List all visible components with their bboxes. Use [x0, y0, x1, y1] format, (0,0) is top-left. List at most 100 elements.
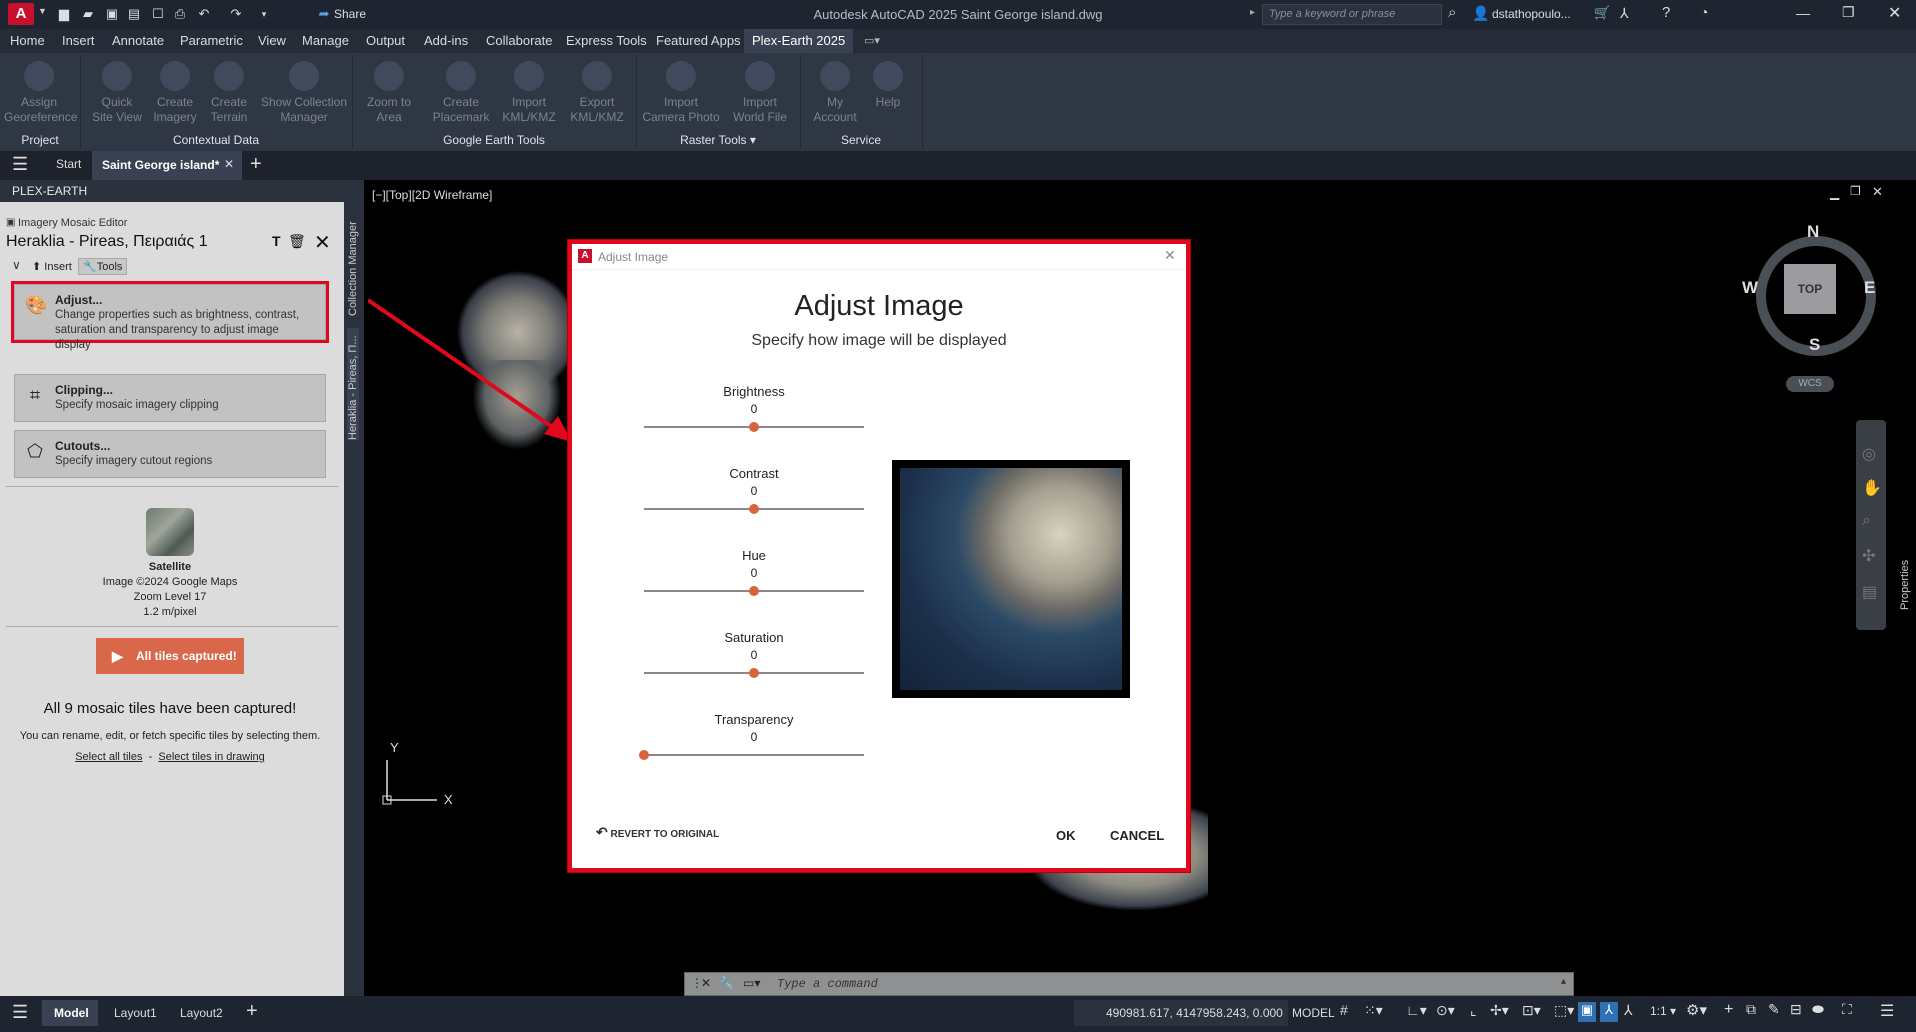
object-snap-icon[interactable]: ⊡▾	[1522, 1002, 1541, 1019]
panel-service[interactable]: Service	[800, 133, 922, 147]
tab-featured-apps[interactable]: Featured Apps	[656, 33, 741, 48]
compass-west[interactable]: W	[1742, 278, 1758, 298]
tab-tools-palette[interactable]: 🔧Tools	[78, 258, 128, 275]
compass-south[interactable]: S	[1809, 335, 1820, 355]
open-folder-icon[interactable]: ▰	[80, 6, 96, 22]
share-icon[interactable]: ➦	[316, 6, 332, 22]
collapse-chevron-icon[interactable]: ∨	[12, 258, 21, 272]
slider-thumb[interactable]	[749, 422, 759, 432]
import-world-file-button[interactable]: Import World File	[724, 61, 796, 125]
panel-project[interactable]: Project	[0, 133, 80, 147]
web-mobile-icon[interactable]: ☐	[150, 6, 166, 22]
user-icon[interactable]: 👤	[1472, 5, 1489, 22]
tab-output[interactable]: Output	[366, 33, 405, 48]
lock-ui-icon[interactable]: ⊟	[1790, 1001, 1802, 1018]
wcs-button[interactable]: WCS	[1786, 376, 1834, 392]
tab-manage[interactable]: Manage	[302, 33, 349, 48]
maximize-icon[interactable]: ❐	[1842, 4, 1855, 21]
panel-google-earth-tools[interactable]: Google Earth Tools	[352, 133, 636, 147]
slider-thumb[interactable]	[639, 750, 649, 760]
annotation-scale-icon[interactable]: ⅄	[1624, 1002, 1633, 1019]
select-drawing-link[interactable]: Select tiles in drawing	[158, 751, 264, 763]
cancel-button[interactable]: CANCEL	[1110, 828, 1164, 843]
chevron-down-icon[interactable]: ▼	[38, 6, 47, 16]
redo-icon[interactable]: ↷	[228, 6, 244, 22]
tab-start[interactable]: Start	[56, 157, 81, 171]
tab-home[interactable]: Home	[10, 33, 45, 48]
clean-screen-icon[interactable]: ⛶	[1842, 1001, 1852, 1018]
snap-icon[interactable]: ⁙▾	[1364, 1002, 1383, 1019]
slider-thumb[interactable]	[749, 668, 759, 678]
command-history-icon[interactable]: ▭▾	[743, 976, 760, 990]
properties-side-tab[interactable]: Properties	[1896, 550, 1916, 610]
compass-east[interactable]: E	[1864, 278, 1875, 298]
customization-icon[interactable]: ☰	[1880, 1001, 1894, 1021]
close-icon[interactable]: ✕	[701, 976, 711, 990]
panel-raster-tools[interactable]: Raster Tools ▾	[636, 133, 800, 147]
panel-contextual-data[interactable]: Contextual Data	[80, 133, 352, 147]
menu-icon[interactable]: ☰	[12, 1002, 28, 1023]
auto-scale-icon[interactable]: ⅄	[1600, 1002, 1618, 1022]
share-button[interactable]: Share	[334, 7, 366, 21]
minimize-icon[interactable]: —	[1796, 5, 1810, 21]
help-button[interactable]: Help	[858, 61, 918, 110]
contrast-slider[interactable]: Contrast 0	[644, 466, 864, 514]
chevron-right-icon[interactable]: ▸	[1250, 7, 1255, 18]
coordinates-display[interactable]: 490981.617, 4147958.243, 0.000	[1074, 1000, 1288, 1026]
object-snap-tracking-icon[interactable]: ✢▾	[1490, 1002, 1509, 1019]
collection-manager-tab[interactable]: Collection Manager	[347, 212, 359, 316]
grid-icon[interactable]: #	[1340, 1002, 1348, 1018]
save-as-icon[interactable]: ▤	[126, 6, 142, 22]
slider-thumb[interactable]	[749, 504, 759, 514]
zoom-extents-icon[interactable]: ⌕	[1862, 512, 1871, 530]
select-all-link[interactable]: Select all tiles	[75, 751, 142, 763]
user-name[interactable]: dstathopoulo...	[1492, 7, 1571, 21]
cart-icon[interactable]: 🛒	[1594, 5, 1610, 21]
selection-cycling-icon[interactable]: ⬚▾	[1554, 1002, 1574, 1019]
model-space-toggle[interactable]: MODEL	[1292, 1006, 1335, 1020]
annotation-monitor-icon[interactable]: +	[1724, 1001, 1733, 1019]
command-input[interactable]: Type a command	[777, 977, 878, 991]
learn-icon[interactable]: ◔	[1700, 4, 1708, 20]
tab-add-ins[interactable]: Add-ins	[424, 33, 468, 48]
workspace-gear-icon[interactable]: ⚙▾	[1686, 1001, 1707, 1019]
tab-view[interactable]: View	[258, 33, 286, 48]
transparency-slider[interactable]: Transparency 0	[639, 712, 864, 760]
dialog-close-icon[interactable]: ✕	[1164, 247, 1176, 264]
tab-plex-earth[interactable]: Plex-Earth 2025	[744, 29, 854, 53]
pan-icon[interactable]: ✋	[1862, 478, 1882, 498]
tab-active-drawing[interactable]: Saint George island* ✕	[92, 151, 242, 180]
compass-north[interactable]: N	[1807, 222, 1819, 242]
new-tab-icon[interactable]: +	[250, 153, 262, 176]
autocad-logo[interactable]: A	[8, 3, 34, 25]
isodraft-icon[interactable]: ⌞	[1470, 1002, 1477, 1019]
create-placemark-button[interactable]: Create Placemark	[426, 61, 496, 125]
capture-button[interactable]: ▶ All tiles captured!	[96, 638, 244, 674]
steering-wheel-icon[interactable]: ◎	[1862, 444, 1876, 464]
menu-icon[interactable]: ☰	[12, 154, 28, 175]
tab-collaborate[interactable]: Collaborate	[486, 33, 553, 48]
revert-button[interactable]: ↶ REVERT TO ORIGINAL	[596, 824, 719, 841]
customize-wrench-icon[interactable]: 🔧	[719, 976, 734, 990]
assign-georeference-button[interactable]: Assign Georeference	[4, 61, 77, 125]
slider-thumb[interactable]	[749, 586, 759, 596]
orbit-icon[interactable]: ✣	[1862, 546, 1875, 566]
annotation-visibility-icon[interactable]: ▣	[1578, 1002, 1596, 1022]
tab-insert[interactable]: Insert	[62, 33, 95, 48]
new-layout-icon[interactable]: +	[246, 1000, 258, 1023]
polar-icon[interactable]: ⊙▾	[1436, 1002, 1455, 1019]
undo-icon[interactable]: ↶	[196, 6, 212, 22]
quick-properties-icon[interactable]: ✎	[1768, 1001, 1780, 1018]
brightness-slider[interactable]: Brightness 0	[644, 384, 864, 432]
customize-icon[interactable]: ▾	[256, 6, 272, 22]
tab-express-tools[interactable]: Express Tools	[566, 33, 647, 48]
clipping-tool[interactable]: ⌗ Clipping... Specify mosaic imagery cli…	[14, 374, 326, 422]
units-icon[interactable]: ⧉	[1746, 1001, 1756, 1018]
tab-layout2[interactable]: Layout2	[180, 1006, 223, 1020]
tab-annotate[interactable]: Annotate	[112, 33, 164, 48]
close-icon[interactable]: ✕	[314, 230, 331, 255]
tab-layout1[interactable]: Layout1	[114, 1006, 157, 1020]
mosaic-side-tab[interactable]: Heraklia - Pireas, Π...	[347, 328, 359, 440]
create-terrain-button[interactable]: Create Terrain	[194, 61, 264, 125]
zoom-to-area-button[interactable]: Zoom to Area	[354, 61, 424, 125]
